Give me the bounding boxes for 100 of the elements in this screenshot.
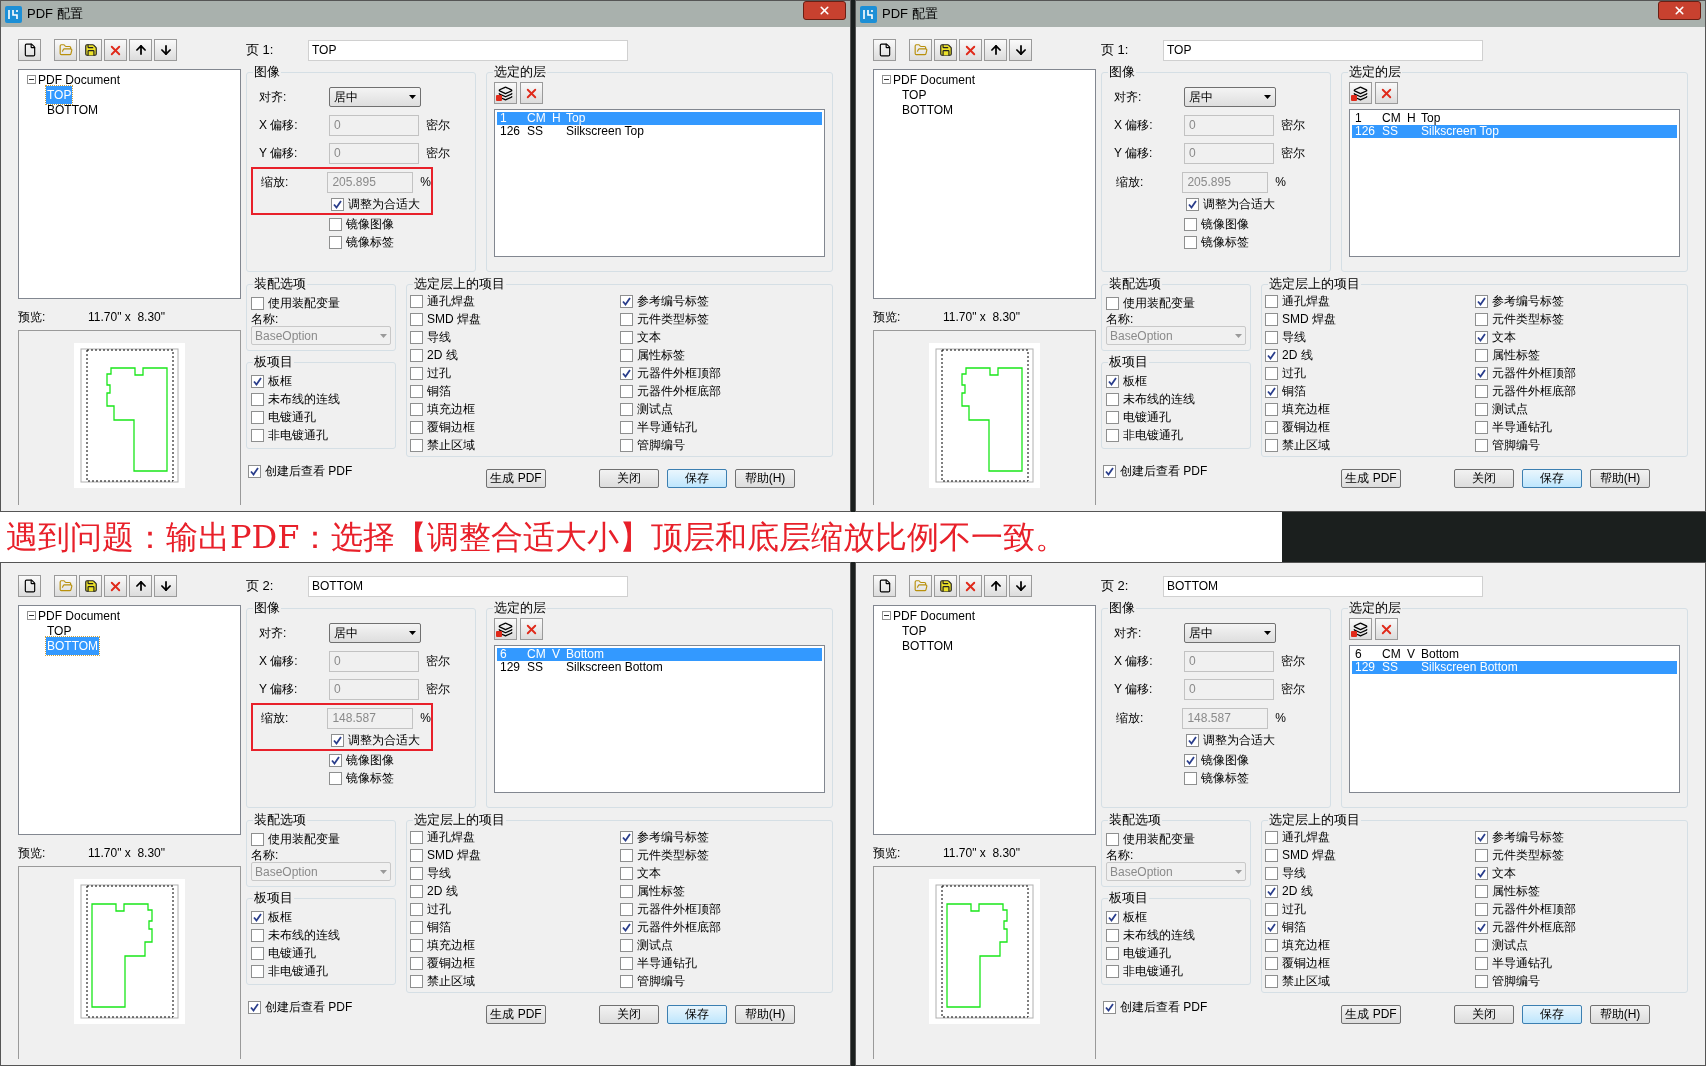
checkbox[interactable] — [1474, 420, 1488, 434]
dialog-button[interactable]: 保存 — [1522, 1005, 1582, 1024]
checkbox[interactable] — [248, 1000, 261, 1014]
add-layer-icon[interactable] — [1349, 618, 1372, 640]
checkbox[interactable] — [619, 384, 633, 398]
checkbox[interactable] — [331, 197, 344, 211]
checkbox[interactable] — [1265, 920, 1278, 934]
checkbox[interactable] — [619, 420, 633, 434]
checkbox[interactable] — [251, 374, 264, 388]
delete-icon[interactable] — [104, 575, 127, 597]
checkbox[interactable] — [1106, 296, 1119, 310]
checkbox[interactable] — [1184, 771, 1197, 785]
checkbox[interactable] — [1474, 384, 1488, 398]
checkbox[interactable] — [1265, 884, 1278, 898]
checkbox[interactable] — [1106, 374, 1119, 388]
checkbox[interactable] — [410, 974, 423, 988]
close-button[interactable] — [803, 1, 846, 20]
checkbox[interactable] — [1106, 964, 1119, 978]
checkbox[interactable] — [1474, 294, 1488, 308]
dialog-button[interactable]: 生成 PDF — [1341, 1005, 1401, 1024]
new-file-icon[interactable] — [873, 575, 896, 597]
delete-icon[interactable] — [104, 39, 127, 61]
checkbox[interactable] — [1474, 866, 1488, 880]
checkbox[interactable] — [251, 832, 264, 846]
dialog-button[interactable]: 关闭 — [1454, 1005, 1514, 1024]
checkbox[interactable] — [1265, 348, 1278, 362]
dialog-button[interactable]: 帮助(H) — [1590, 1005, 1650, 1024]
dialog-button[interactable]: 帮助(H) — [1590, 469, 1650, 488]
dialog-button[interactable]: 帮助(H) — [735, 469, 795, 488]
checkbox[interactable] — [410, 902, 423, 916]
checkbox[interactable] — [410, 366, 423, 380]
align-dropdown[interactable]: 居中 — [329, 623, 421, 643]
checkbox[interactable] — [1265, 420, 1278, 434]
checkbox[interactable] — [410, 830, 423, 844]
new-file-icon[interactable] — [18, 39, 41, 61]
checkbox[interactable] — [329, 753, 342, 767]
checkbox[interactable] — [1106, 832, 1119, 846]
tree-expander[interactable] — [27, 611, 36, 620]
delete-icon[interactable] — [520, 618, 543, 640]
checkbox[interactable] — [1474, 366, 1488, 380]
checkbox[interactable] — [1103, 464, 1116, 478]
checkbox[interactable] — [1106, 946, 1119, 960]
checkbox[interactable] — [1265, 438, 1278, 452]
checkbox[interactable] — [331, 733, 344, 747]
checkbox[interactable] — [619, 294, 633, 308]
checkbox[interactable] — [1184, 753, 1197, 767]
tree-expander[interactable] — [882, 75, 891, 84]
checkbox[interactable] — [1186, 733, 1199, 747]
layer-row[interactable]: 129 SS Silkscreen Bottom — [497, 661, 822, 674]
checkbox[interactable] — [1265, 830, 1278, 844]
delete-icon[interactable] — [959, 39, 982, 61]
checkbox[interactable] — [1265, 956, 1278, 970]
checkbox[interactable] — [619, 330, 633, 344]
page-name-field[interactable]: TOP — [1163, 39, 1483, 61]
checkbox[interactable] — [619, 920, 633, 934]
layer-row[interactable]: 1 CM H Top — [1352, 112, 1677, 125]
checkbox[interactable] — [1474, 884, 1488, 898]
checkbox[interactable] — [619, 402, 633, 416]
checkbox[interactable] — [619, 312, 633, 326]
checkbox[interactable] — [1184, 217, 1197, 231]
checkbox[interactable] — [329, 217, 342, 231]
checkbox[interactable] — [1103, 1000, 1116, 1014]
page-name-field[interactable]: BOTTOM — [308, 575, 628, 597]
checkbox[interactable] — [1186, 197, 1199, 211]
checkbox[interactable] — [410, 402, 423, 416]
checkbox[interactable] — [619, 902, 633, 916]
save-icon[interactable] — [79, 39, 102, 61]
checkbox[interactable] — [1474, 974, 1488, 988]
add-layer-icon[interactable] — [1349, 82, 1372, 104]
checkbox[interactable] — [1106, 410, 1119, 424]
checkbox[interactable] — [410, 884, 423, 898]
dialog-button[interactable]: 生成 PDF — [486, 1005, 546, 1024]
align-dropdown[interactable]: 居中 — [1184, 87, 1276, 107]
checkbox[interactable] — [1474, 830, 1488, 844]
checkbox[interactable] — [410, 848, 423, 862]
tree-expander[interactable] — [27, 75, 36, 84]
dialog-button[interactable]: 保存 — [1522, 469, 1582, 488]
checkbox[interactable] — [1106, 428, 1119, 442]
delete-icon[interactable] — [520, 82, 543, 104]
checkbox[interactable] — [410, 294, 423, 308]
checkbox[interactable] — [251, 946, 264, 960]
checkbox[interactable] — [619, 866, 633, 880]
checkbox[interactable] — [251, 910, 264, 924]
checkbox[interactable] — [1106, 392, 1119, 406]
page-name-field[interactable]: TOP — [308, 39, 628, 61]
dialog-button[interactable]: 生成 PDF — [1341, 469, 1401, 488]
checkbox[interactable] — [619, 848, 633, 862]
checkbox[interactable] — [1265, 384, 1278, 398]
layer-row[interactable]: 126 SS Silkscreen Top — [497, 125, 822, 138]
checkbox[interactable] — [1265, 402, 1278, 416]
checkbox[interactable] — [410, 438, 423, 452]
checkbox[interactable] — [248, 464, 261, 478]
dialog-button[interactable]: 保存 — [667, 1005, 727, 1024]
checkbox[interactable] — [1265, 366, 1278, 380]
checkbox[interactable] — [410, 384, 423, 398]
checkbox[interactable] — [251, 428, 264, 442]
close-button[interactable] — [1658, 1, 1701, 20]
new-file-icon[interactable] — [873, 39, 896, 61]
checkbox[interactable] — [1106, 910, 1119, 924]
checkbox[interactable] — [251, 964, 264, 978]
